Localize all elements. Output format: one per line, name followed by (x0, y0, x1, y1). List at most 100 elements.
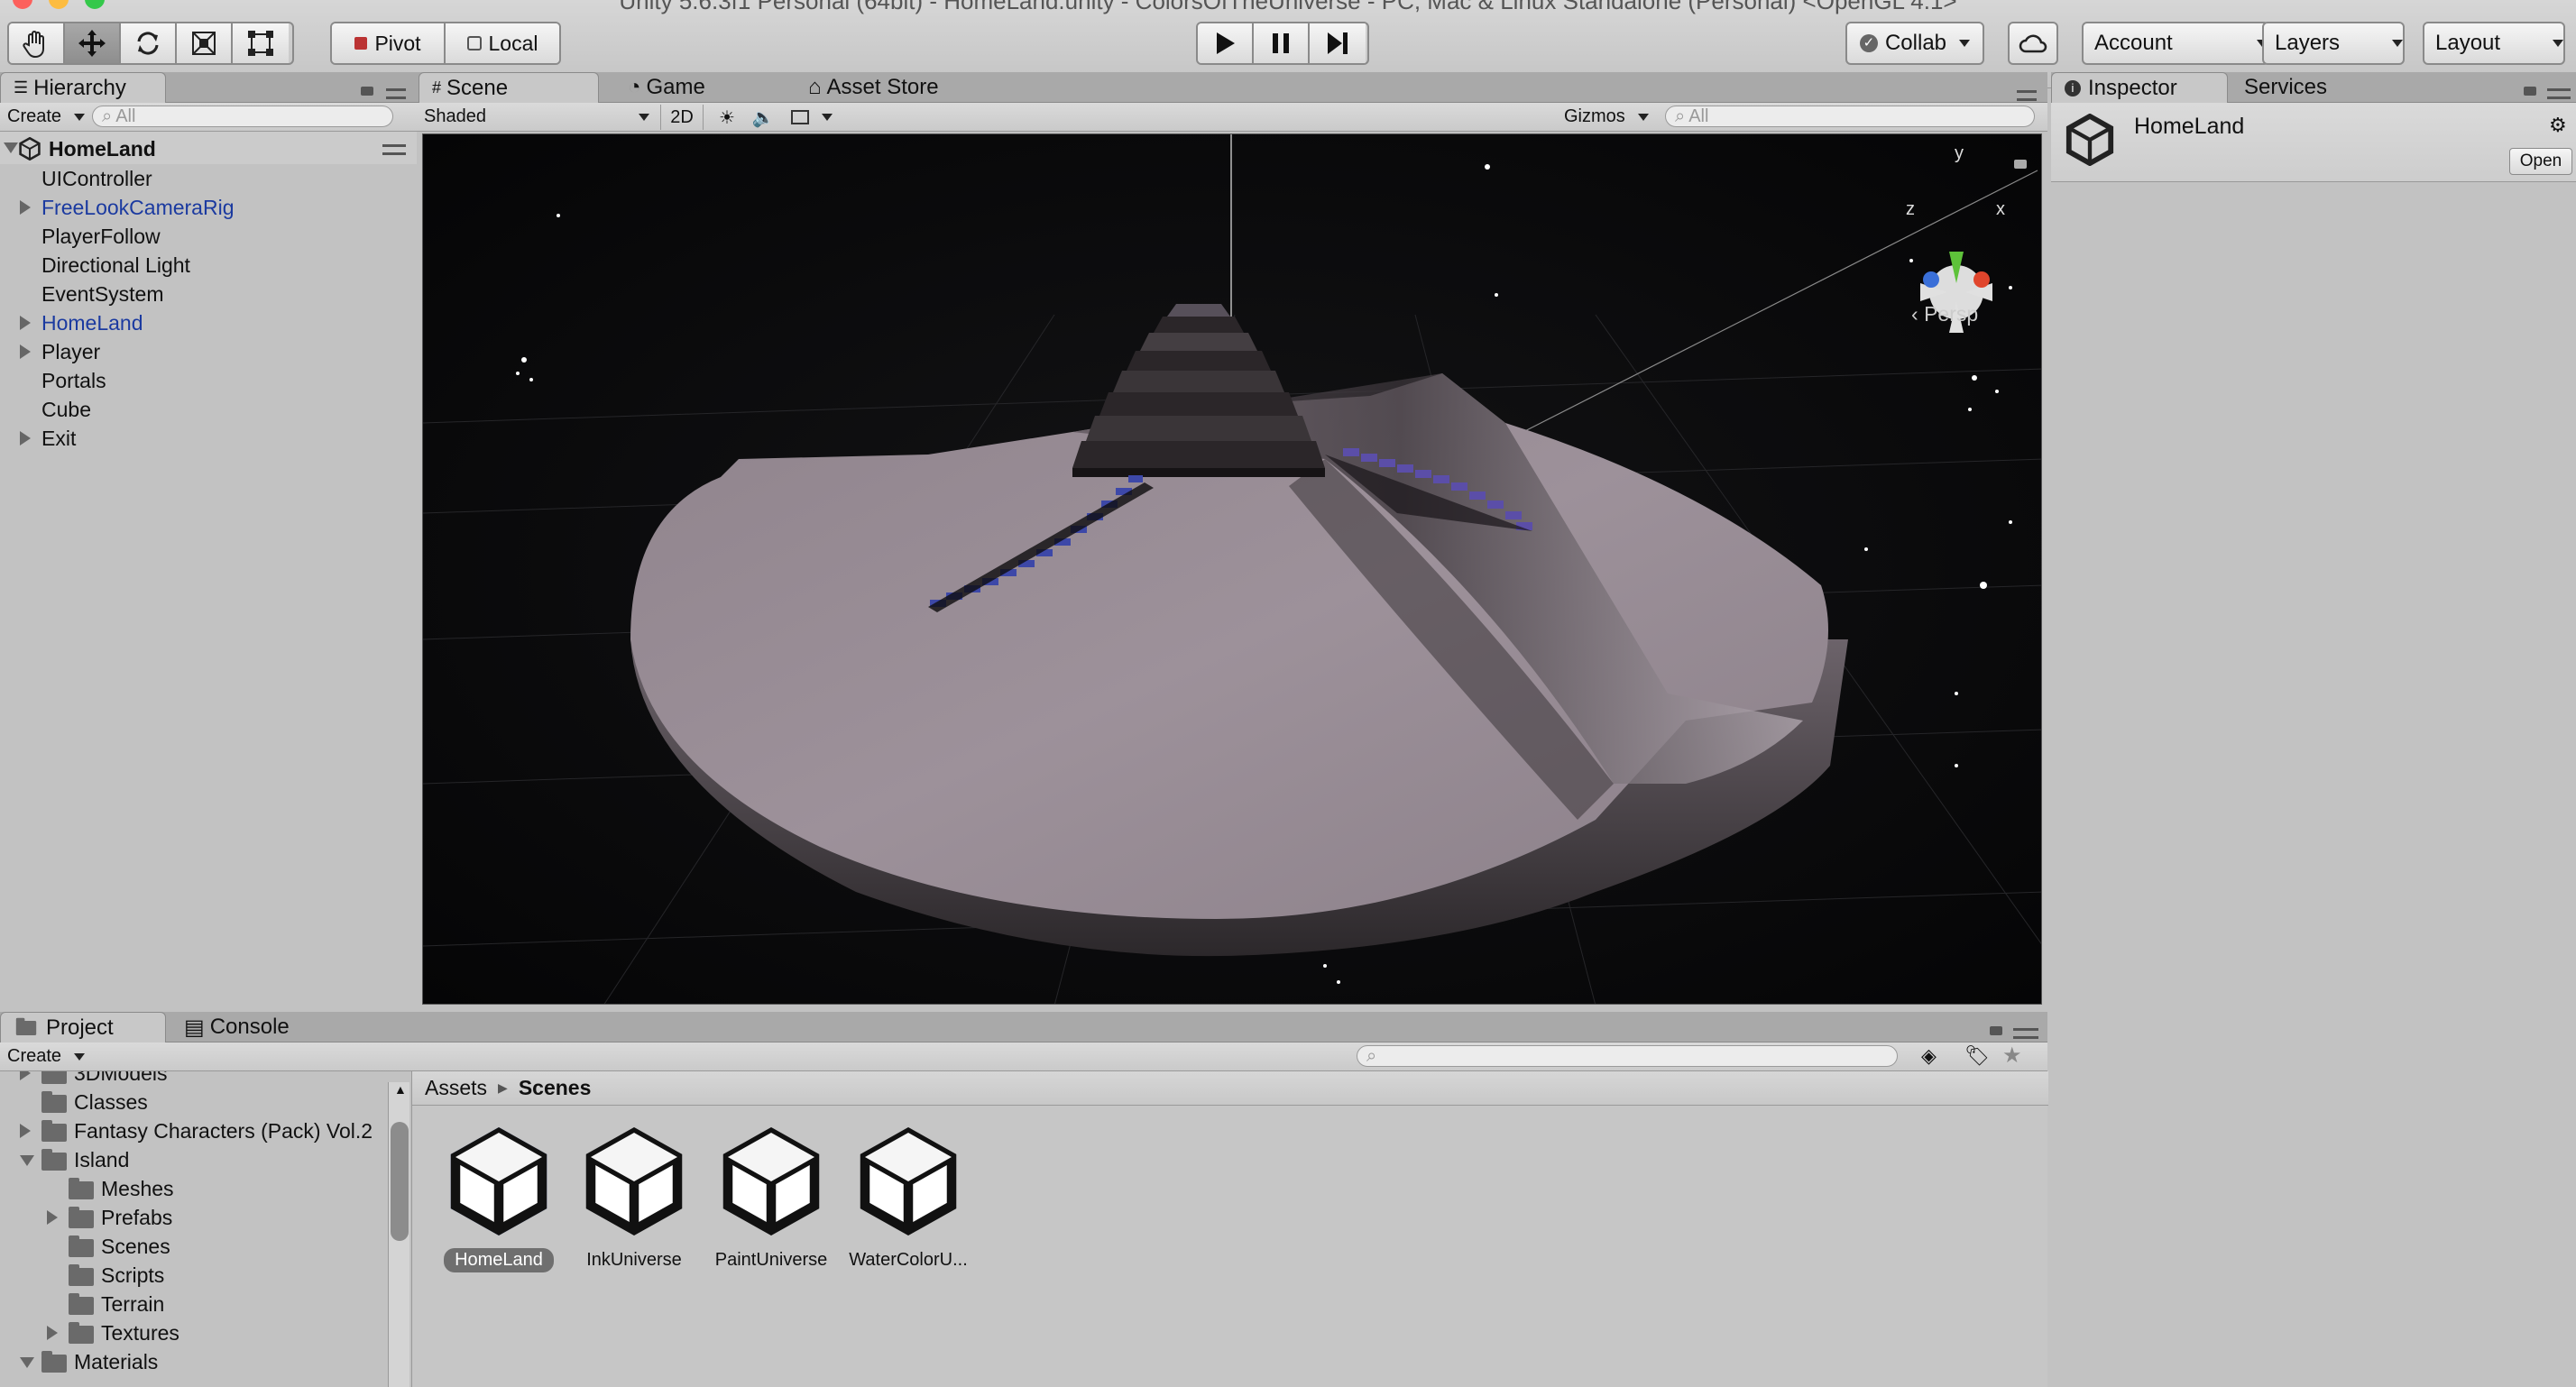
project-folder-item[interactable]: Meshes (0, 1174, 388, 1203)
hierarchy-item[interactable]: Portals (0, 366, 415, 395)
project-folder-item[interactable]: Island (0, 1145, 388, 1174)
project-folder-item[interactable]: Textures (0, 1318, 388, 1347)
project-create-dropdown[interactable]: Create (7, 1046, 85, 1067)
expand-arrow-icon[interactable] (47, 1326, 58, 1340)
hierarchy-search-input[interactable]: ⌕ All (92, 106, 393, 127)
asset-item[interactable]: InkUniverse (566, 1126, 702, 1272)
project-folder-item[interactable]: Prefabs (0, 1203, 388, 1232)
hierarchy-create-dropdown[interactable]: Create (7, 106, 85, 127)
layers-dropdown[interactable]: Layers (2262, 22, 2405, 65)
gear-icon[interactable]: ⚙ (2549, 114, 2567, 137)
rotate-tool-button[interactable] (121, 23, 177, 63)
gizmo-z-label: z (1906, 199, 1915, 219)
project-menu-icon[interactable] (2013, 1028, 2038, 1039)
open-button[interactable]: Open (2509, 148, 2572, 175)
inspector-lock-icon[interactable] (2524, 87, 2536, 96)
gizmo-lock-icon[interactable] (2014, 160, 2027, 169)
scene-menu-icon[interactable] (382, 144, 406, 155)
rect-tool-button[interactable] (233, 23, 289, 63)
audio-toggle[interactable]: 🔈 (747, 105, 779, 130)
pivot-icon (354, 37, 368, 50)
asset-item[interactable]: PaintUniverse (704, 1126, 839, 1272)
project-folder-label: Meshes (101, 1176, 174, 1200)
projection-toggle[interactable]: ‹ Persp (1911, 302, 1978, 326)
layout-dropdown[interactable]: Layout (2423, 22, 2565, 65)
tab-console[interactable]: ▤ Console (171, 1012, 334, 1043)
tab-services[interactable]: Services (2231, 72, 2376, 103)
breadcrumb-root[interactable]: Assets (425, 1076, 487, 1100)
lock-icon[interactable] (361, 87, 373, 96)
project-folder-item[interactable]: Fantasy Characters (Pack) Vol.2 (0, 1116, 388, 1145)
shading-mode-dropdown[interactable]: Shaded (424, 106, 649, 127)
pivot-toggle[interactable]: Pivot (332, 23, 446, 63)
tag-icon[interactable]: 🏷 (1964, 1044, 1990, 1068)
hierarchy-item[interactable]: HomeLand (0, 308, 415, 337)
folder-icon (15, 1017, 37, 1035)
hierarchy-item[interactable]: EventSystem (0, 280, 415, 308)
tab-hierarchy[interactable]: ☰ Hierarchy (0, 72, 166, 103)
project-folder-item[interactable]: Classes (0, 1088, 388, 1116)
expand-arrow-icon[interactable] (20, 1155, 34, 1166)
tab-project[interactable]: Project (0, 1012, 166, 1043)
cloud-button[interactable] (2008, 22, 2058, 65)
project-folder-item[interactable]: Scenes (0, 1232, 388, 1261)
tab-inspector[interactable]: i Inspector (2051, 72, 2228, 103)
hierarchy-item[interactable]: UIController (0, 164, 415, 193)
hierarchy-item-label: Player (41, 339, 101, 363)
expand-arrow-icon[interactable] (47, 1210, 58, 1225)
project-folder-item[interactable]: Scripts (0, 1261, 388, 1290)
local-toggle[interactable]: Local (446, 23, 559, 63)
project-folder-item[interactable]: Materials (0, 1347, 388, 1376)
project-lock-icon[interactable] (1990, 1026, 2002, 1035)
project-folder-item[interactable]: Terrain (0, 1290, 388, 1318)
expand-arrow-icon[interactable] (20, 344, 31, 359)
step-icon (1328, 32, 1348, 54)
expand-arrow-icon[interactable] (20, 316, 31, 330)
star-icon[interactable]: ★ (2002, 1043, 2022, 1069)
effects-dropdown[interactable] (787, 105, 837, 130)
asset-item[interactable]: WaterColorU... (841, 1126, 976, 1272)
project-search-input[interactable]: ⌕ (1357, 1045, 1898, 1067)
scene-search-input[interactable]: ⌕ All (1665, 106, 2035, 127)
scene-viewport[interactable]: y x z ‹ Persp (422, 133, 2042, 1005)
lighting-toggle[interactable]: ☀ (711, 105, 743, 130)
toggle-2d-button[interactable]: 2D (660, 105, 704, 130)
play-button[interactable] (1198, 23, 1254, 63)
tree-scrollbar[interactable]: ▲ (388, 1082, 409, 1387)
scene-name: HomeLand (49, 137, 156, 161)
breadcrumb-current[interactable]: Scenes (519, 1076, 592, 1100)
account-dropdown[interactable]: Account (2082, 22, 2269, 65)
expand-arrow-icon[interactable] (20, 1071, 31, 1080)
expand-arrow-icon[interactable] (20, 200, 31, 215)
expand-arrow-icon[interactable] (20, 1124, 31, 1138)
hierarchy-item[interactable]: Player (0, 337, 415, 366)
step-button[interactable] (1310, 23, 1366, 63)
hierarchy-item[interactable]: FreeLookCameraRig (0, 193, 415, 222)
scene-panel-menu-icon[interactable] (2017, 90, 2037, 101)
hierarchy-item[interactable]: Directional Light (0, 251, 415, 280)
expand-arrow-icon[interactable] (4, 142, 18, 153)
expand-arrow-icon[interactable] (20, 431, 31, 445)
hierarchy-item[interactable]: Cube (0, 395, 415, 424)
inspector-menu-icon[interactable] (2547, 88, 2571, 99)
tab-asset-store[interactable]: ⌂ Asset Store (796, 72, 1012, 103)
asset-item[interactable]: HomeLand (431, 1126, 566, 1272)
hierarchy-item[interactable]: PlayerFollow (0, 222, 415, 251)
tab-scene[interactable]: # Scene (419, 72, 599, 103)
tab-game[interactable]: ◔ Game (615, 72, 759, 103)
panel-menu-icon[interactable] (386, 88, 406, 99)
tree-scrollbar-thumb[interactable] (391, 1122, 409, 1241)
expand-arrow-icon[interactable] (20, 1357, 34, 1368)
scale-tool-button[interactable] (177, 23, 233, 63)
scene-root-row[interactable]: HomeLand (0, 132, 417, 164)
filter-type-icon[interactable]: ◈ (1921, 1044, 1937, 1068)
hierarchy-item[interactable]: Exit (0, 424, 415, 453)
hand-tool-button[interactable] (9, 23, 65, 63)
project-folder-item[interactable]: 3DModels (0, 1071, 388, 1088)
gizmos-dropdown[interactable]: Gizmos (1564, 106, 1649, 127)
project-folder-label: Materials (74, 1349, 159, 1373)
pause-button[interactable] (1254, 23, 1310, 63)
scroll-up-arrow-icon[interactable]: ▲ (394, 1082, 407, 1097)
collab-dropdown[interactable]: ✓ Collab (1845, 22, 1984, 65)
move-tool-button[interactable] (65, 23, 121, 63)
